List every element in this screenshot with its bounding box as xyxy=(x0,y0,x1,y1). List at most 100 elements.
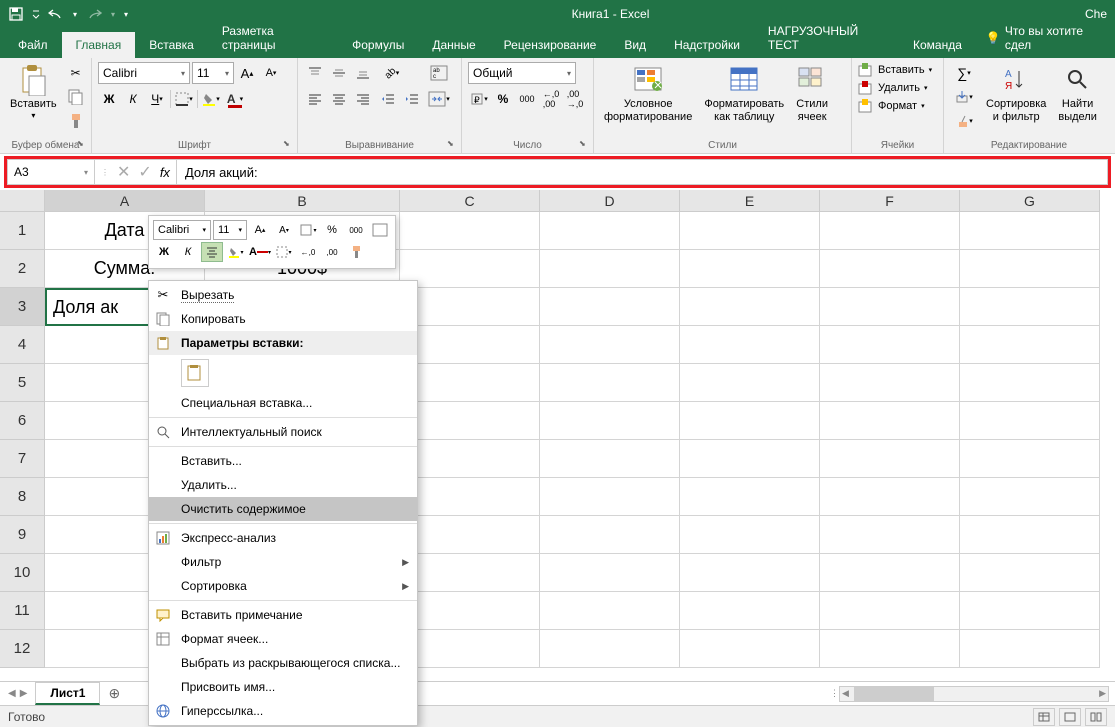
cell-C1[interactable] xyxy=(400,212,540,250)
tab-review[interactable]: Рецензирование xyxy=(490,32,611,58)
cm-insert[interactable]: Вставить... xyxy=(149,449,417,473)
cm-pick-from-list[interactable]: Выбрать из раскрывающегося списка... xyxy=(149,651,417,675)
cell-G12[interactable] xyxy=(960,630,1100,668)
cell-E12[interactable] xyxy=(680,630,820,668)
clear-button[interactable]: ▾ xyxy=(950,110,978,132)
name-box[interactable]: A3▾ xyxy=(7,159,95,185)
col-header-D[interactable]: D xyxy=(540,190,680,212)
alignment-dialog-launcher[interactable]: ⬊ xyxy=(447,139,457,149)
add-sheet-button[interactable]: ⊕ xyxy=(100,685,128,702)
undo-button[interactable] xyxy=(44,2,68,26)
number-dialog-launcher[interactable]: ⬊ xyxy=(579,139,589,149)
cell-G11[interactable] xyxy=(960,592,1100,630)
cell-G6[interactable] xyxy=(960,402,1100,440)
cell-E7[interactable] xyxy=(680,440,820,478)
mini-comma[interactable]: 000 xyxy=(345,220,367,240)
increase-indent-button[interactable] xyxy=(401,88,423,110)
save-button[interactable] xyxy=(4,2,28,26)
underline-button[interactable]: Ч▾ xyxy=(146,88,168,110)
comma-button[interactable]: 000 xyxy=(516,88,538,110)
cell-D8[interactable] xyxy=(540,478,680,516)
col-header-F[interactable]: F xyxy=(820,190,960,212)
cell-C9[interactable] xyxy=(400,516,540,554)
mini-align-center[interactable] xyxy=(201,242,223,262)
italic-button[interactable]: К xyxy=(122,88,144,110)
font-dialog-launcher[interactable]: ⬊ xyxy=(283,139,293,149)
cell-F4[interactable] xyxy=(820,326,960,364)
cell-D9[interactable] xyxy=(540,516,680,554)
cm-hyperlink[interactable]: Гиперссылка... xyxy=(149,699,417,723)
cell-G1[interactable] xyxy=(960,212,1100,250)
row-header-1[interactable]: 1 xyxy=(0,212,45,250)
sheet-prev-icon[interactable]: ◀ xyxy=(8,688,16,699)
cell-D12[interactable] xyxy=(540,630,680,668)
cell-E11[interactable] xyxy=(680,592,820,630)
decrease-decimal-button[interactable]: ,00→,0 xyxy=(564,88,586,110)
wrap-text-button[interactable]: abc xyxy=(426,62,452,84)
cell-F6[interactable] xyxy=(820,402,960,440)
mini-font-color[interactable]: A▾ xyxy=(249,242,271,262)
cell-D7[interactable] xyxy=(540,440,680,478)
enter-icon[interactable]: ✓ xyxy=(138,162,151,182)
cell-F3[interactable] xyxy=(820,288,960,326)
cell-C5[interactable] xyxy=(400,364,540,402)
row-header-11[interactable]: 11 xyxy=(0,592,45,630)
font-size-combo[interactable]: 11▾ xyxy=(192,62,234,84)
align-top-button[interactable] xyxy=(304,62,326,84)
h-scrollbar[interactable]: ◀ ▶ xyxy=(839,686,1109,702)
cell-G7[interactable] xyxy=(960,440,1100,478)
cell-D10[interactable] xyxy=(540,554,680,592)
tab-data[interactable]: Данные xyxy=(418,32,489,58)
row-header-9[interactable]: 9 xyxy=(0,516,45,554)
sort-filter-button[interactable]: AЯ Сортировка и фильтр xyxy=(982,62,1050,149)
cm-insert-comment[interactable]: Вставить примечание xyxy=(149,603,417,627)
cancel-icon[interactable]: ✕ xyxy=(117,162,130,182)
align-left-button[interactable] xyxy=(304,88,326,110)
cm-paste-special[interactable]: Специальная вставка... xyxy=(149,391,417,415)
cm-smart-lookup[interactable]: Интеллектуальный поиск xyxy=(149,420,417,444)
cell-D5[interactable] xyxy=(540,364,680,402)
qat-customize[interactable]: ▾ xyxy=(120,2,132,26)
fill-color-button[interactable]: ▾ xyxy=(200,88,222,110)
delete-cells-button[interactable]: Удалить▾ xyxy=(858,80,937,96)
row-header-3[interactable]: 3 xyxy=(0,288,45,326)
redo-button[interactable] xyxy=(82,2,106,26)
cm-format-cells[interactable]: Формат ячеек... xyxy=(149,627,417,651)
accounting-button[interactable]: ₽▾ xyxy=(468,88,490,110)
mini-font-combo[interactable]: Calibri▾ xyxy=(153,220,211,240)
row-header-5[interactable]: 5 xyxy=(0,364,45,402)
col-header-E[interactable]: E xyxy=(680,190,820,212)
col-header-A[interactable]: A xyxy=(45,190,205,212)
tell-me-search[interactable]: 💡 Что вы хотите сдел xyxy=(976,18,1115,58)
cell-F1[interactable] xyxy=(820,212,960,250)
select-all-corner[interactable] xyxy=(0,190,45,212)
mini-size-combo[interactable]: 11▾ xyxy=(213,220,247,240)
cm-delete[interactable]: Удалить... xyxy=(149,473,417,497)
cell-C3[interactable] xyxy=(400,288,540,326)
cell-G5[interactable] xyxy=(960,364,1100,402)
cell-F10[interactable] xyxy=(820,554,960,592)
mini-fill-color[interactable]: ▾ xyxy=(225,242,247,262)
cm-sort[interactable]: Сортировка▶ xyxy=(149,574,417,598)
mini-italic[interactable]: К xyxy=(177,242,199,262)
cell-E6[interactable] xyxy=(680,402,820,440)
decrease-indent-button[interactable] xyxy=(377,88,399,110)
cell-F9[interactable] xyxy=(820,516,960,554)
view-pagebreak-button[interactable] xyxy=(1085,708,1107,726)
fill-button[interactable]: ▾ xyxy=(950,86,978,108)
row-header-2[interactable]: 2 xyxy=(0,250,45,288)
cell-E9[interactable] xyxy=(680,516,820,554)
tab-team[interactable]: Команда xyxy=(899,32,976,58)
paste-button[interactable]: Вставить ▾ xyxy=(6,62,61,149)
cell-F5[interactable] xyxy=(820,364,960,402)
cell-F8[interactable] xyxy=(820,478,960,516)
h-scroll-thumb[interactable] xyxy=(854,687,934,701)
cell-G8[interactable] xyxy=(960,478,1100,516)
cell-E8[interactable] xyxy=(680,478,820,516)
cell-E10[interactable] xyxy=(680,554,820,592)
cm-cut[interactable]: ✂Вырезать xyxy=(149,283,417,307)
align-middle-button[interactable] xyxy=(328,62,350,84)
cell-F2[interactable] xyxy=(820,250,960,288)
cell-G10[interactable] xyxy=(960,554,1100,592)
cell-D1[interactable] xyxy=(540,212,680,250)
